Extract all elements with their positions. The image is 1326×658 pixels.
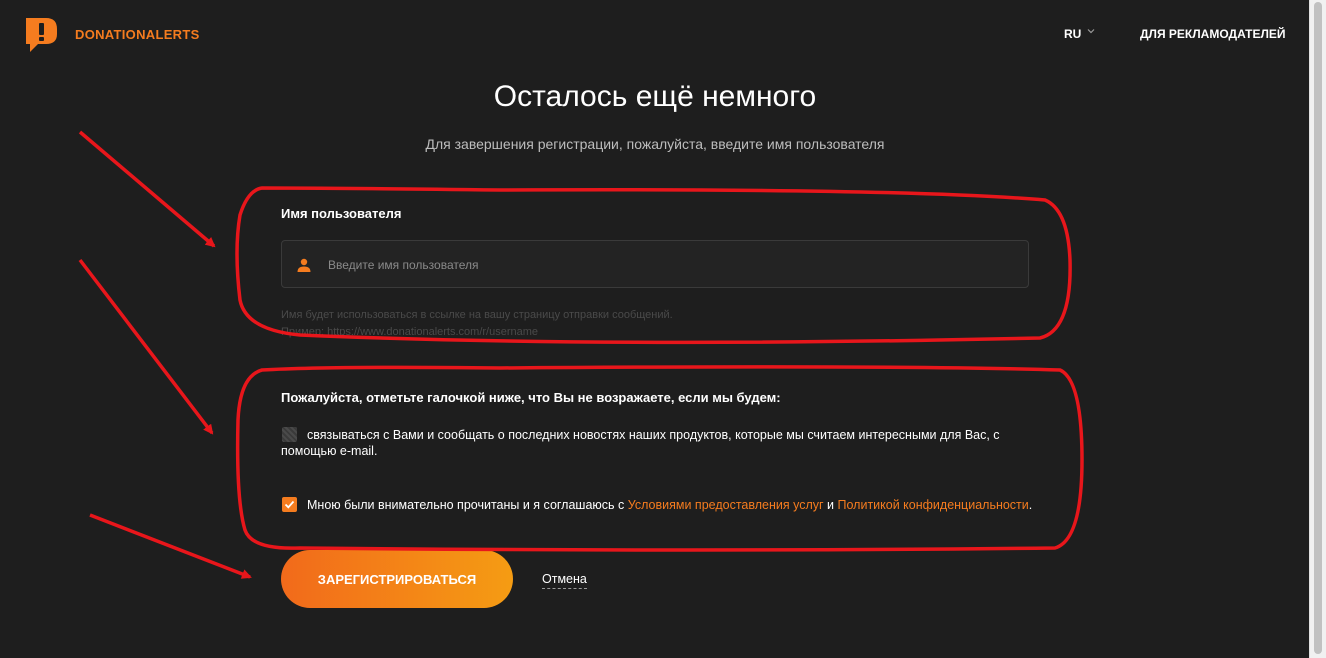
terms-of-service-link[interactable]: Условиями предоставления услуг — [628, 498, 824, 512]
brand-name[interactable]: DONATIONALERTS — [75, 27, 200, 42]
language-selector[interactable]: RU — [1064, 27, 1095, 41]
chevron-down-icon[interactable] — [1086, 26, 1096, 36]
donationalerts-logo-icon[interactable] — [24, 16, 60, 54]
language-label[interactable]: RU — [1064, 27, 1081, 41]
username-field[interactable] — [281, 240, 1029, 289]
page-title: Осталось ещё немного — [493, 80, 817, 113]
terms-consent-text[interactable]: Мною были внимательно прочитаны и я согл… — [281, 497, 1041, 513]
register-button[interactable]: ЗАРЕГИСТРИРОВАТЬСЯ — [281, 550, 513, 608]
user-icon — [297, 258, 311, 272]
top-header: DONATIONALERTS RU ДЛЯ РЕКЛАМОДАТЕЛЕЙ — [0, 0, 1310, 70]
terms-conjunction: и — [827, 498, 835, 512]
username-hint: Имя будет использоваться в ссылке на ваш… — [281, 307, 673, 341]
username-hint-line1: Имя будет использоваться в ссылке на ваш… — [281, 309, 673, 321]
annotation-arrow-2 — [78, 258, 214, 435]
page-scrollbar[interactable] — [1309, 0, 1326, 658]
cancel-link[interactable]: Отмена — [542, 572, 587, 589]
page-subtitle: Для завершения регистрации, пожалуйста, … — [425, 136, 885, 152]
email-consent-text[interactable]: связываться с Вами и сообщать о последни… — [281, 427, 1041, 459]
username-hint-line2: Пример: https://www.donationalerts.com/r… — [281, 326, 539, 338]
advertisers-link[interactable]: ДЛЯ РЕКЛАМОДАТЕЛЕЙ — [1140, 27, 1286, 41]
terms-suffix: . — [1028, 498, 1033, 512]
privacy-policy-link[interactable]: Политикой конфиденциальности — [838, 498, 1029, 512]
username-label: Имя пользователя — [281, 206, 402, 221]
annotation-arrow-3 — [89, 513, 252, 579]
terms-prefix: Мною были внимательно прочитаны и я согл… — [307, 498, 625, 512]
email-consent-label[interactable]: связываться с Вами и сообщать о последни… — [281, 428, 1000, 458]
scrollbar-thumb[interactable] — [1314, 2, 1322, 654]
consent-title: Пожалуйста, отметьте галочкой ниже, что … — [281, 390, 781, 405]
username-input[interactable] — [326, 241, 1020, 289]
